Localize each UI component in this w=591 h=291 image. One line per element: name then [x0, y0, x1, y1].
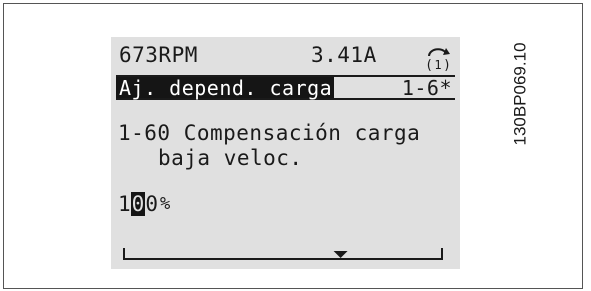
- menu-bar: Aj. depend. carga 1-6*: [116, 75, 455, 100]
- status-current: 3.41A: [311, 43, 377, 67]
- svg-text:(: (: [425, 58, 433, 71]
- value-unit: %: [159, 194, 171, 214]
- menu-index: 1-6*: [401, 76, 452, 100]
- value-digits-after-cursor: 0: [145, 192, 158, 216]
- figure-id-text: 130BP069.10: [510, 42, 529, 145]
- parameter-name-line1: 1-60 Compensación carga: [118, 121, 421, 145]
- value-bar-scale: [123, 248, 443, 260]
- active-setup-number: 1: [434, 58, 441, 71]
- figure-frame: 673RPM 3.41A 1 ( ) Aj. depend. carga 1-6…: [3, 3, 583, 289]
- status-speed: 673RPM: [119, 43, 198, 67]
- parameter-name-line2: baja veloc.: [158, 146, 303, 170]
- value-cursor-digit[interactable]: 0: [130, 192, 146, 216]
- svg-text:): ): [443, 58, 451, 71]
- figure-id-label: 130BP069.10: [510, 42, 529, 145]
- menu-title: Aj. depend. carga: [119, 76, 333, 100]
- lcp-display: 673RPM 3.41A 1 ( ) Aj. depend. carga 1-6…: [111, 37, 460, 269]
- triangle-down-icon: [333, 251, 348, 258]
- setup-1-icon: 1 ( ): [425, 48, 451, 71]
- parameter-value-field[interactable]: 100%: [118, 192, 170, 216]
- value-digits-before-cursor: 1: [118, 192, 131, 216]
